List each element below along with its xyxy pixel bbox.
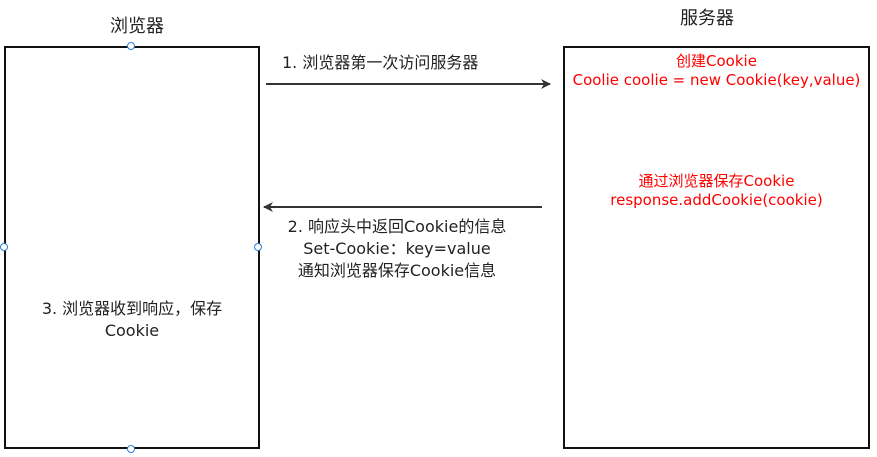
browser-handle-right[interactable] xyxy=(254,243,262,251)
browser-note-line-2: Cookie xyxy=(104,321,160,340)
response-label: 2. 响应头中返回Cookie的信息 Set-Cookie：key=value … xyxy=(262,216,532,282)
server-create-cookie: 创建Cookie Coolie coolie = new Cookie(key,… xyxy=(565,52,868,90)
server-save-line-1: 通过浏览器保存Cookie xyxy=(638,172,795,190)
server-title: 服务器 xyxy=(680,8,734,29)
request-label: 1. 浏览器第一次访问服务器 xyxy=(282,53,479,72)
browser-save-note: 3. 浏览器收到响应，保存 Cookie xyxy=(6,298,258,342)
server-save-cookie: 通过浏览器保存Cookie response.addCookie(cookie) xyxy=(565,172,868,210)
browser-note-line-1: 3. 浏览器收到响应，保存 xyxy=(41,299,223,318)
server-create-line-1: 创建Cookie xyxy=(676,52,757,70)
browser-handle-bottom[interactable] xyxy=(127,445,135,453)
browser-handle-top[interactable] xyxy=(127,42,135,50)
browser-title: 浏览器 xyxy=(110,16,164,37)
browser-box[interactable]: 3. 浏览器收到响应，保存 Cookie xyxy=(4,46,260,449)
response-line-1: 2. 响应头中返回Cookie的信息 xyxy=(287,217,507,236)
response-line-2: Set-Cookie：key=value xyxy=(303,239,491,258)
server-box[interactable]: 创建Cookie Coolie coolie = new Cookie(key,… xyxy=(563,46,870,449)
server-create-line-2: Coolie coolie = new Cookie(key,value) xyxy=(572,71,861,89)
server-save-line-2: response.addCookie(cookie) xyxy=(610,191,823,209)
browser-handle-left[interactable] xyxy=(0,243,8,251)
response-line-3: 通知浏览器保存Cookie信息 xyxy=(297,261,497,280)
